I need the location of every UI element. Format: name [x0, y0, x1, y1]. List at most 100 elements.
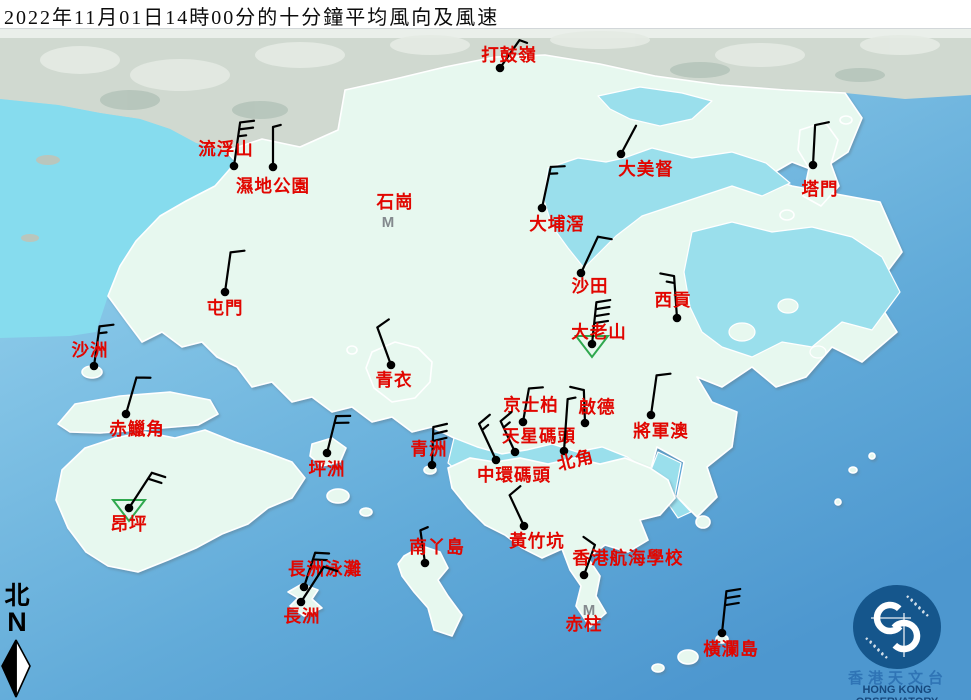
station-lamma-island: 南丫島: [409, 527, 465, 567]
station-dot: [428, 461, 437, 470]
station-dot: [492, 456, 501, 465]
station-label: 橫瀾島: [703, 639, 759, 659]
station-dot: [122, 410, 131, 419]
station-sai-kung: 西貢: [655, 273, 692, 322]
wind-barb: [129, 473, 165, 508]
station-label: 長洲: [284, 606, 321, 626]
station-label: 石崗: [376, 192, 414, 212]
station-waglan-island: 橫瀾島: [703, 589, 759, 659]
station-tai-mei-tuk: 大美督: [617, 126, 674, 179]
station-kings-park: 京士柏: [503, 387, 559, 426]
station-dot: [647, 411, 656, 420]
wind-barb: [621, 126, 636, 154]
wind-barb: [510, 486, 524, 526]
stations-overlay: 打鼓嶺流浮山濕地公園 大美督塔門大埔滘沙田 M 石崗屯門 西貢沙洲 大老山青衣赤鱲角 京士柏…: [0, 0, 971, 700]
station-dot: [580, 571, 589, 580]
station-label: 打鼓嶺: [481, 45, 537, 65]
station-tsing-yi: 青衣: [376, 319, 413, 390]
station-chek-lap-kok: 赤鱲角: [109, 377, 165, 439]
hko-logo: [853, 585, 941, 669]
station-shek-kong: M 石崗: [376, 192, 414, 231]
station-label: 長洲泳灘: [288, 559, 362, 579]
station-stanley: M赤柱: [566, 602, 603, 634]
station-label: 赤鱲角: [109, 419, 165, 439]
station-dot: [538, 204, 547, 213]
station-label: 青洲: [411, 439, 448, 459]
station-kai-tak: 啟德: [570, 387, 615, 427]
station-tates-cairn: 大老山: [571, 300, 627, 357]
station-dot: [617, 150, 626, 159]
station-label: 西貢: [655, 290, 692, 310]
station-dot: [519, 418, 528, 427]
station-label: 香港航海學校: [573, 548, 684, 568]
station-dot: [125, 504, 134, 513]
map-title: 2022年11月01日14時00分的十分鐘平均風向及風速: [4, 1, 499, 30]
station-ngong-ping: 昂坪: [111, 473, 166, 534]
station-label: 濕地公園: [236, 176, 310, 196]
station-dot: [90, 362, 99, 371]
station-label: 赤柱: [566, 614, 603, 634]
station-dot: [387, 361, 396, 370]
wind-barb: [273, 125, 281, 167]
station-dot: [323, 449, 332, 458]
station-peng-chau: 坪洲: [309, 416, 351, 479]
station-label: 大埔滘: [529, 214, 585, 234]
station-dot: [809, 161, 818, 170]
wind-barb: [581, 237, 612, 273]
station-label: 屯門: [207, 298, 244, 318]
station-label: 啟德: [579, 397, 616, 417]
station-sha-chau: 沙洲: [72, 325, 114, 371]
station-label: 青衣: [376, 370, 413, 390]
station-dot: [520, 522, 529, 531]
station-dot: [581, 419, 590, 428]
station-label: 大美督: [618, 159, 674, 179]
station-dot: [297, 598, 306, 607]
wind-barb: [126, 377, 150, 414]
station-label: 南丫島: [409, 537, 465, 557]
hko-logo-english: HONG KONG OBSERVATORY: [822, 684, 971, 700]
station-label: 坪洲: [309, 459, 346, 479]
north-arrow: [2, 640, 30, 697]
station-label: 塔門: [802, 179, 839, 199]
wind-barb: [542, 166, 565, 208]
wind-barb: [225, 251, 244, 292]
station-label: 將軍澳: [633, 421, 689, 441]
station-tai-po-kau: 大埔滘: [529, 166, 585, 234]
station-tseung-kwan-o: 將軍澳: [633, 374, 689, 441]
station-tuen-mun: 屯門: [207, 251, 245, 318]
missing-data-marker: M: [382, 214, 395, 231]
wind-barb: [377, 319, 391, 365]
station-green-island: 青洲: [411, 424, 448, 469]
station-dot: [718, 629, 727, 638]
station-label: 黃竹坑: [508, 531, 565, 551]
wind-barb: [813, 122, 829, 165]
station-tap-mun: 塔門: [802, 122, 839, 199]
station-wong-chuk-hang: 黃竹坑: [508, 486, 565, 551]
station-lau-fau-shan: 流浮山: [198, 121, 254, 171]
station-sha-tin: 沙田: [572, 237, 612, 296]
station-label: 中環碼頭: [477, 465, 551, 485]
station-label: 沙田: [572, 276, 609, 296]
title-bar: 2022年11月01日14時00分的十分鐘平均風向及風速: [0, 0, 971, 29]
station-dot: [221, 288, 230, 297]
station-hk-sea-school: 香港航海學校: [573, 537, 684, 579]
compass: 北 N: [2, 584, 32, 634]
station-label: 沙洲: [72, 340, 109, 360]
station-dot: [511, 448, 520, 457]
wind-barb: [651, 374, 670, 415]
station-label: 流浮山: [198, 139, 254, 159]
wind-barb: [327, 416, 350, 453]
station-label: 大老山: [571, 322, 627, 342]
station-label: 昂坪: [111, 514, 148, 534]
wind-barb: [722, 589, 740, 633]
station-ta-kwu-ling: 打鼓嶺: [481, 40, 537, 72]
wind-barb: [479, 415, 496, 460]
station-dot: [230, 162, 239, 171]
station-dot: [673, 314, 682, 323]
wind-map-screenshot: 打鼓嶺流浮山濕地公園 大美督塔門大埔滘沙田 M 石崗屯門 西貢沙洲 大老山青衣赤鱲角 京士柏…: [0, 0, 971, 700]
station-dot: [300, 583, 309, 592]
station-cheung-chau-beach: 長洲泳灘: [288, 553, 362, 592]
station-dot: [421, 559, 430, 568]
compass-north-letter: N: [2, 610, 32, 634]
station-dot: [269, 163, 278, 172]
